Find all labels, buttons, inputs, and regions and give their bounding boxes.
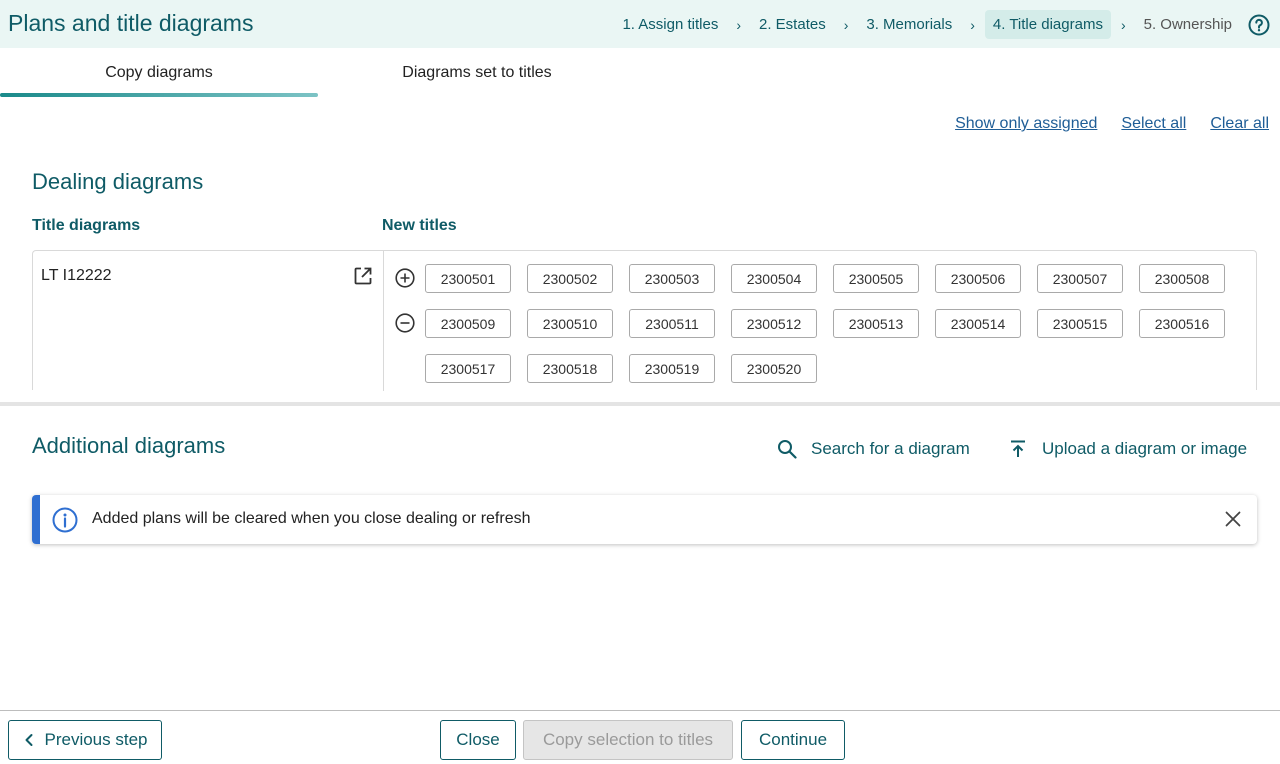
new-title-chip[interactable]: 2300507 bbox=[1037, 264, 1123, 293]
select-all-link[interactable]: Select all bbox=[1121, 115, 1186, 133]
plus-circle-icon[interactable] bbox=[395, 268, 415, 288]
upload-icon bbox=[1011, 440, 1025, 457]
upload-diagram-label: Upload a diagram or image bbox=[1042, 439, 1248, 458]
search-diagram-button[interactable]: Search for a diagram bbox=[777, 439, 970, 459]
new-title-chip[interactable]: 2300503 bbox=[629, 264, 715, 293]
section-divider bbox=[0, 402, 1280, 406]
header-bar: Plans and title diagrams 1. Assign title… bbox=[0, 0, 1280, 48]
tab-copy-diagrams[interactable]: Copy diagrams bbox=[0, 48, 318, 98]
step-separator-chevron: › bbox=[970, 16, 975, 33]
info-icon bbox=[52, 507, 78, 533]
dealing-diagrams-heading: Dealing diagrams bbox=[32, 169, 204, 194]
step-separator-chevron: › bbox=[1120, 16, 1126, 33]
search-diagram-label: Search for a diagram bbox=[811, 439, 970, 458]
new-title-chip[interactable]: 2300514 bbox=[935, 309, 1021, 338]
close-button[interactable]: Close bbox=[440, 720, 516, 760]
new-title-chip[interactable]: 2300513 bbox=[833, 309, 919, 338]
new-title-chip[interactable]: 2300511 bbox=[629, 309, 715, 338]
previous-step-button[interactable]: Previous step bbox=[8, 720, 162, 760]
info-notification: Added plans will be cleared when you clo… bbox=[32, 495, 1257, 544]
new-title-chip[interactable]: 2300519 bbox=[629, 354, 715, 383]
active-tab-indicator bbox=[0, 93, 318, 97]
new-title-chip[interactable]: 2300501 bbox=[425, 264, 511, 293]
step-separator-chevron: › bbox=[843, 16, 849, 33]
copy-selection-button[interactable]: Copy selection to titles bbox=[523, 720, 733, 760]
new-title-chip[interactable]: 2300506 bbox=[935, 264, 1021, 293]
step-estates[interactable]: 2. Estates bbox=[751, 10, 834, 39]
new-title-chip[interactable]: 2300520 bbox=[731, 354, 817, 383]
tab-bar: Copy diagrams Diagrams set to titles bbox=[0, 48, 1280, 98]
step-assign-titles[interactable]: 1. Assign titles bbox=[614, 10, 726, 39]
new-title-chip[interactable]: 2300515 bbox=[1037, 309, 1123, 338]
close-icon[interactable] bbox=[1223, 509, 1243, 529]
new-title-chip[interactable]: 2300516 bbox=[1139, 309, 1225, 338]
new-title-chip[interactable]: 2300505 bbox=[833, 264, 919, 293]
continue-button[interactable]: Continue bbox=[741, 720, 845, 760]
step-separator-chevron: › bbox=[736, 16, 741, 33]
new-title-chip[interactable]: 2300509 bbox=[425, 309, 511, 338]
show-only-assigned-link[interactable]: Show only assigned bbox=[955, 115, 1097, 133]
new-titles-column-label: New titles bbox=[382, 217, 457, 234]
open-external-icon[interactable] bbox=[353, 266, 373, 286]
title-diagram-name: LT I12222 bbox=[41, 267, 112, 284]
new-title-chip[interactable]: 2300504 bbox=[731, 264, 817, 293]
title-diagram-cell: LT I12222 bbox=[33, 251, 384, 391]
info-message: Added plans will be cleared when you clo… bbox=[92, 510, 531, 527]
footer-bar: Previous step Close Copy selection to ti… bbox=[0, 710, 1280, 764]
stepper: 1. Assign titles › 2. Estates › 3. Memor… bbox=[614, 9, 1270, 40]
selection-links: Show only assigned Select all Clear all bbox=[955, 115, 1269, 133]
new-title-chip[interactable]: 2300517 bbox=[425, 354, 511, 383]
info-accent-bar bbox=[32, 495, 40, 544]
upload-diagram-button[interactable]: Upload a diagram or image bbox=[1008, 439, 1247, 459]
previous-step-label: Previous step bbox=[44, 730, 148, 749]
step-memorials[interactable]: 3. Memorials bbox=[858, 10, 960, 39]
step-title-diagrams[interactable]: 4. Title diagrams bbox=[984, 10, 1111, 39]
title-diagrams-column-label: Title diagrams bbox=[32, 217, 141, 234]
chevron-left-icon bbox=[25, 734, 32, 746]
new-title-chip[interactable]: 2300502 bbox=[527, 264, 613, 293]
search-icon bbox=[778, 440, 797, 459]
tab-diagrams-set-to-titles[interactable]: Diagrams set to titles bbox=[318, 48, 636, 98]
dealing-diagrams-table: LT I12222 2300501 2300502 2300503 230050… bbox=[32, 250, 1257, 391]
step-ownership[interactable]: 5. Ownership bbox=[1136, 10, 1240, 39]
new-title-chip[interactable]: 2300512 bbox=[731, 309, 817, 338]
page-title: Plans and title diagrams bbox=[8, 10, 254, 36]
new-title-chip[interactable]: 2300508 bbox=[1139, 264, 1225, 293]
help-icon[interactable] bbox=[1248, 14, 1270, 36]
new-title-chip[interactable]: 2300510 bbox=[527, 309, 613, 338]
clear-all-link[interactable]: Clear all bbox=[1210, 115, 1269, 133]
additional-diagrams-heading: Additional diagrams bbox=[32, 433, 226, 458]
new-title-chip[interactable]: 2300518 bbox=[527, 354, 613, 383]
minus-circle-icon[interactable] bbox=[395, 313, 415, 333]
